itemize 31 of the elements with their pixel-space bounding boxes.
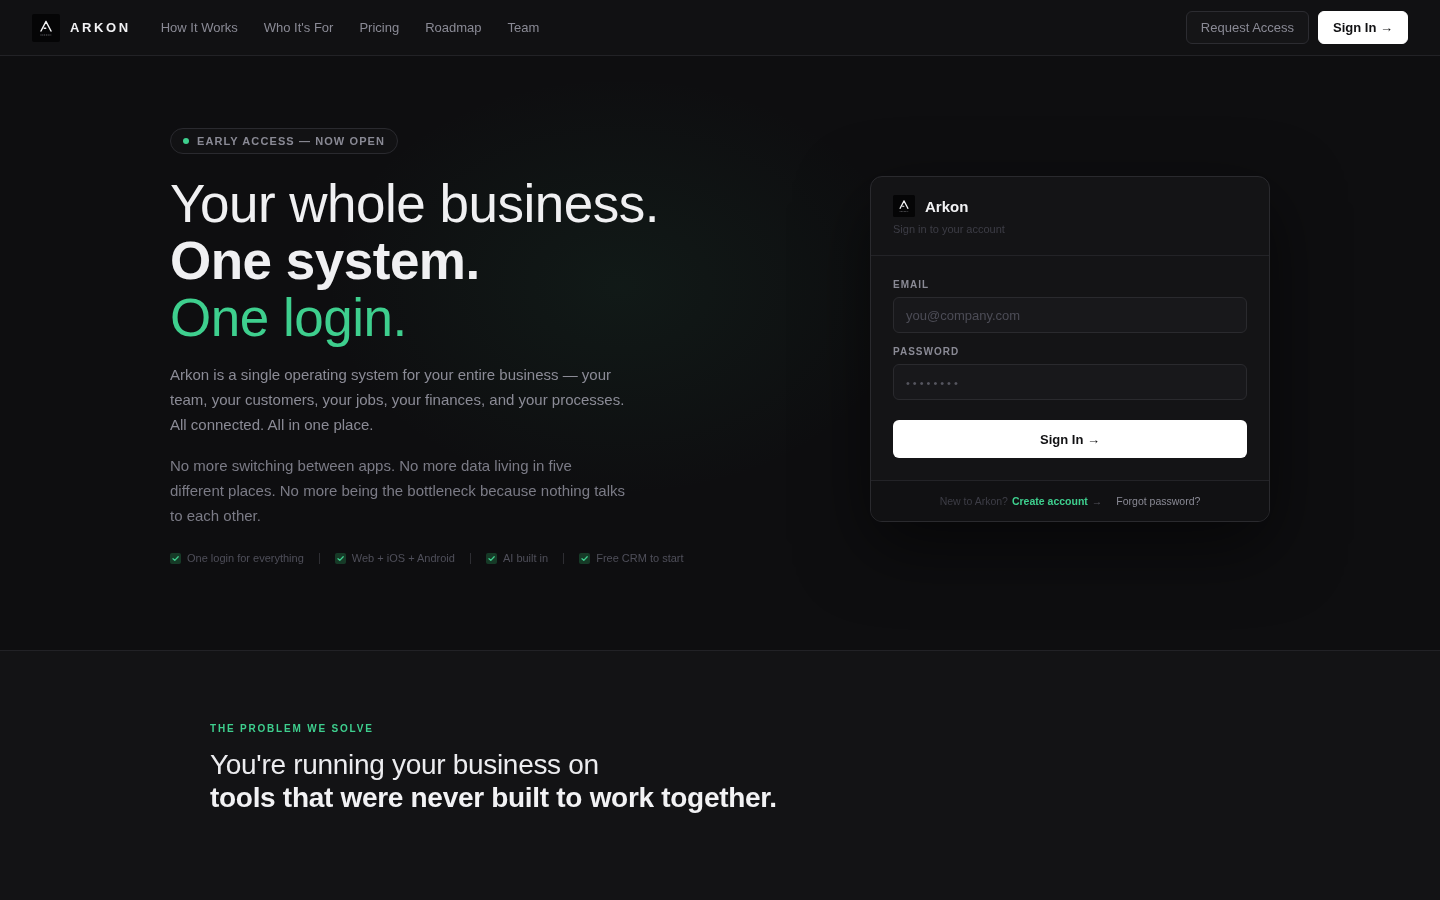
forgot-password-link[interactable]: Forgot password? — [1116, 495, 1201, 507]
password-field[interactable]: •••••••• — [893, 364, 1247, 400]
logo-icon — [893, 195, 915, 217]
field-label: PASSWORD — [893, 346, 961, 358]
feature-label: Web + iOS + Android — [351, 552, 455, 564]
create-account-link[interactable]: Create account → — [1011, 495, 1103, 507]
field-label: EMAIL — [893, 279, 931, 291]
card-title: Arkon — [925, 197, 969, 215]
announcement-label: EARLY ACCESS — NOW OPEN — [197, 135, 386, 147]
section-heading: You're running your business on tools that were never built to work together. — [210, 748, 778, 814]
nav-link[interactable]: How It Works — [160, 20, 238, 35]
logo-icon — [32, 13, 60, 42]
sign-in-button[interactable]: Sign In → — [1318, 11, 1408, 44]
headline-text: Your whole business. — [170, 175, 660, 232]
headline-text: One login. — [170, 289, 407, 346]
sign-in-button[interactable]: Sign In → — [893, 420, 1247, 458]
email-field[interactable]: you@company.com — [893, 297, 1247, 333]
status-dot-icon — [183, 138, 189, 144]
feature-label: AI built in — [502, 552, 549, 564]
feature-label: Free CRM to start — [596, 552, 684, 564]
feature-label: One login for everything — [187, 552, 304, 564]
section-eyebrow: THE PROBLEM WE SOLVE — [210, 722, 375, 736]
nav-link[interactable]: Roadmap — [425, 20, 482, 35]
headline-text: One system. — [170, 232, 481, 289]
nav-link[interactable]: Who It's For — [263, 20, 334, 35]
request-access-button[interactable]: Request Access — [1185, 11, 1310, 44]
intro-paragraph: No more switching between apps. No more data living in five different places. No more being the bottleneck because nothing talks to each other. — [170, 456, 626, 526]
nav-link[interactable]: Team — [507, 20, 540, 35]
intro-paragraph: Arkon is a single operating system for your entire business — your team, your customers, your jobs, your finances, and your processes. All connected. All in one place. — [170, 365, 626, 435]
brand-name: ARKON — [70, 20, 131, 35]
nav-link[interactable]: Pricing — [359, 20, 400, 35]
